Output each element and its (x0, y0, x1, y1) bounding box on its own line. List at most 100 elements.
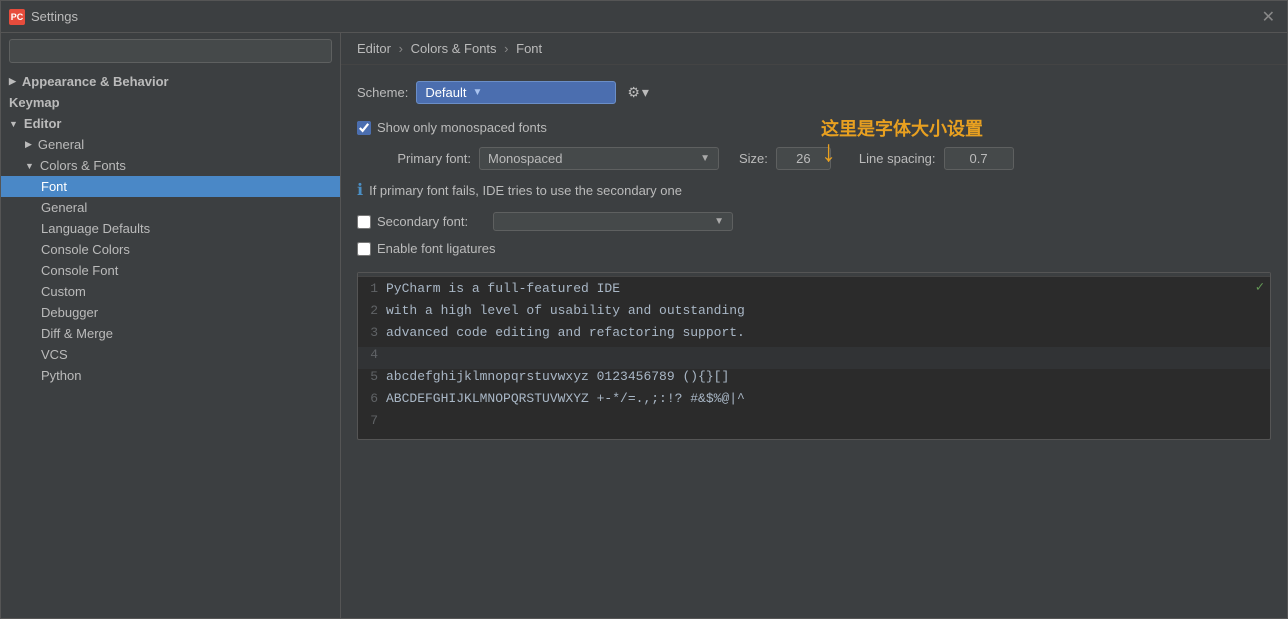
sidebar-item-label: Keymap (9, 95, 60, 110)
sidebar-item-custom[interactable]: Custom (1, 281, 340, 302)
line-num-7: 7 (358, 413, 386, 435)
sidebar-item-label: Python (41, 368, 81, 383)
breadcrumb: Editor › Colors & Fonts › Font (341, 33, 1287, 65)
sidebar-item-label: Debugger (41, 305, 98, 320)
monospaced-checkbox[interactable] (357, 121, 371, 135)
sidebar-item-label: Editor (24, 116, 62, 131)
line-num-4: 4 (358, 347, 386, 369)
monospaced-label: Show only monospaced fonts (377, 120, 547, 135)
sidebar-item-label: Colors & Fonts (40, 158, 126, 173)
sidebar-item-label: VCS (41, 347, 68, 362)
line-content-1: PyCharm is a full-featured IDE (386, 281, 620, 303)
app-icon: PC (9, 9, 25, 25)
preview-line-3: 3 advanced code editing and refactoring … (358, 325, 1270, 347)
primary-font-dropdown-arrow-icon: ▼ (700, 153, 710, 164)
preview-line-5: 5 abcdefghijklmnopqrstuvwxyz 0123456789 … (358, 369, 1270, 391)
sidebar-item-label: Custom (41, 284, 86, 299)
line-num-5: 5 (358, 369, 386, 391)
line-num-1: 1 (358, 281, 386, 303)
gear-button[interactable]: ⚙ ▾ (624, 81, 652, 104)
preview-line-4: 4 (358, 347, 1270, 369)
search-box (9, 39, 332, 63)
info-row: ℹ If primary font fails, IDE tries to us… (357, 180, 1271, 200)
sidebar-item-keymap[interactable]: Keymap (1, 92, 340, 113)
info-text: If primary font fails, IDE tries to use … (369, 183, 682, 198)
linespacing-label: Line spacing: (859, 151, 936, 166)
gear-icon: ⚙ (627, 84, 640, 101)
linespacing-input[interactable] (944, 147, 1014, 170)
breadcrumb-part1: Editor (357, 41, 391, 56)
ligatures-label: Enable font ligatures (377, 241, 496, 256)
ligatures-checkbox[interactable] (357, 242, 371, 256)
dropdown-arrow-icon: ▼ (473, 87, 483, 98)
breadcrumb-part2: Colors & Fonts (411, 41, 497, 56)
sidebar-item-label: General (41, 200, 87, 215)
breadcrumb-part3: Font (516, 41, 542, 56)
sidebar-item-console-font[interactable]: Console Font (1, 260, 340, 281)
settings-content: Scheme: Default ▼ ⚙ ▾ Show only monospac… (341, 65, 1287, 618)
line-num-2: 2 (358, 303, 386, 325)
sidebar-item-appearance[interactable]: ▶ Appearance & Behavior (1, 71, 340, 92)
line-content-2: with a high level of usability and outst… (386, 303, 745, 325)
sidebar-item-font[interactable]: Font (1, 176, 340, 197)
sidebar-item-label: Font (41, 179, 67, 194)
size-input[interactable] (776, 147, 831, 170)
sidebar-item-console-colors[interactable]: Console Colors (1, 239, 340, 260)
primary-font-dropdown[interactable]: Monospaced ▼ (479, 147, 719, 170)
sidebar-item-python[interactable]: Python (1, 365, 340, 386)
sidebar-item-vcs[interactable]: VCS (1, 344, 340, 365)
preview-line-7: 7 (358, 413, 1270, 435)
ligatures-row: Enable font ligatures (357, 241, 1271, 256)
secondary-font-row: Secondary font: ▼ (357, 212, 1271, 231)
line-num-3: 3 (358, 325, 386, 347)
scheme-value: Default (425, 85, 466, 100)
scheme-dropdown[interactable]: Default ▼ (416, 81, 616, 104)
sidebar-item-label: Appearance & Behavior (22, 74, 169, 89)
title-bar: PC Settings ✕ (1, 1, 1287, 33)
search-input[interactable] (9, 39, 332, 63)
secondary-font-dropdown-arrow-icon: ▼ (714, 216, 724, 227)
triangle-icon: ▶ (9, 76, 16, 87)
checkmark-icon: ✓ (1256, 279, 1264, 296)
sidebar-item-editor[interactable]: ▼ Editor (1, 113, 340, 134)
breadcrumb-sep1: › (399, 41, 403, 56)
preview-lines: 1 PyCharm is a full-featured IDE 2 with … (358, 277, 1270, 439)
secondary-font-label: Secondary font: (377, 214, 487, 229)
sidebar-item-label: Console Colors (41, 242, 130, 257)
nav-tree: ▶ Appearance & Behavior Keymap ▼ Editor … (1, 69, 340, 618)
sidebar-item-general[interactable]: ▶ General (1, 134, 340, 155)
preview-line-2: 2 with a high level of usability and out… (358, 303, 1270, 325)
main-panel: Editor › Colors & Fonts › Font Scheme: D… (341, 33, 1287, 618)
line-content-5: abcdefghijklmnopqrstuvwxyz 0123456789 ()… (386, 369, 729, 391)
size-label: Size: (739, 151, 768, 166)
close-button[interactable]: ✕ (1258, 7, 1279, 27)
info-icon: ℹ (357, 180, 363, 200)
sidebar-item-general2[interactable]: General (1, 197, 340, 218)
sidebar-item-label: General (38, 137, 84, 152)
gear-arrow-icon: ▾ (642, 84, 649, 101)
sidebar-item-label: Language Defaults (41, 221, 150, 236)
breadcrumb-sep2: › (504, 41, 508, 56)
secondary-font-dropdown[interactable]: ▼ (493, 212, 733, 231)
line-content-3: advanced code editing and refactoring su… (386, 325, 745, 347)
triangle-icon: ▼ (25, 161, 34, 171)
secondary-font-checkbox[interactable] (357, 215, 371, 229)
preview-line-6: 6 ABCDEFGHIJKLMNOPQRSTUVWXYZ +-*/=.,;:!?… (358, 391, 1270, 413)
sidebar-item-language-defaults[interactable]: Language Defaults (1, 218, 340, 239)
line-content-6: ABCDEFGHIJKLMNOPQRSTUVWXYZ +-*/=.,;:!? #… (386, 391, 745, 413)
primary-font-value: Monospaced (488, 151, 562, 166)
settings-window: PC Settings ✕ ▶ Appearance & Behavior Ke… (0, 0, 1288, 619)
sidebar-item-debugger[interactable]: Debugger (1, 302, 340, 323)
triangle-icon: ▼ (9, 119, 18, 129)
sidebar: ▶ Appearance & Behavior Keymap ▼ Editor … (1, 33, 341, 618)
monospaced-checkbox-row: Show only monospaced fonts (357, 120, 1271, 135)
sidebar-item-colors-fonts[interactable]: ▼ Colors & Fonts (1, 155, 340, 176)
preview-panel: ✓ 1 PyCharm is a full-featured IDE 2 wit… (357, 272, 1271, 440)
preview-line-1: 1 PyCharm is a full-featured IDE (358, 281, 1270, 303)
sidebar-item-diff-merge[interactable]: Diff & Merge (1, 323, 340, 344)
scheme-row: Scheme: Default ▼ ⚙ ▾ (357, 81, 1271, 104)
primary-font-label: Primary font: (381, 151, 471, 166)
sidebar-item-label: Diff & Merge (41, 326, 113, 341)
main-content: ▶ Appearance & Behavior Keymap ▼ Editor … (1, 33, 1287, 618)
line-num-6: 6 (358, 391, 386, 413)
